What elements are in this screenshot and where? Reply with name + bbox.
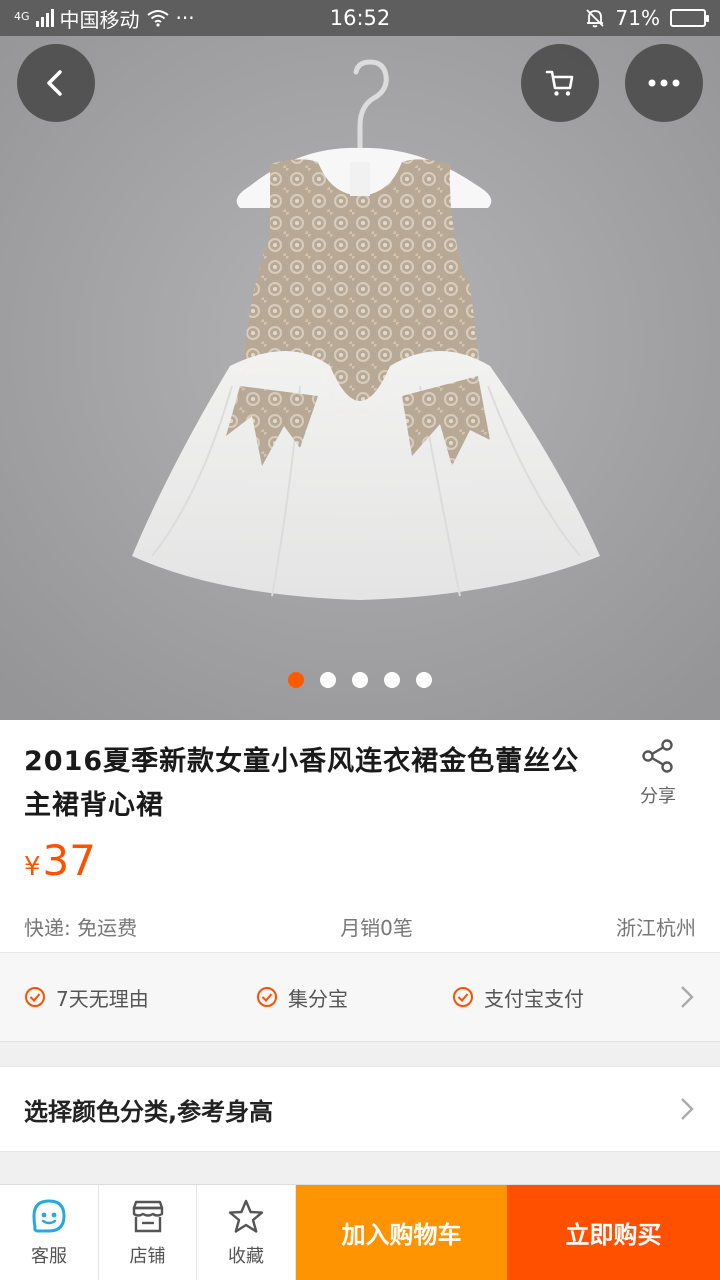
store-icon: [132, 1200, 163, 1232]
spec-selector[interactable]: 选择颜色分类,参考身高: [0, 1066, 720, 1152]
carrier-name: 中国移动: [59, 7, 140, 32]
product-info: 2016夏季新款女童小香风连衣裙金色蕾丝公主裙背心裙 分享 ¥ 37 快递: 免…: [0, 720, 720, 952]
guarantee-label: 7天无理由: [56, 986, 149, 1011]
customer-service-button[interactable]: 客服: [0, 1185, 99, 1280]
spec-label: 选择颜色分类,参考身高: [24, 1097, 274, 1126]
service-guarantees[interactable]: 7天无理由 集分宝 支付宝支付: [0, 952, 720, 1042]
ship-location: 浙江杭州: [616, 916, 696, 940]
store-button[interactable]: 店铺: [99, 1185, 197, 1280]
product-detail-page: 4G 中国移动 ··· 16:52 71% 2016夏季新款女童小香风连衣裙金色…: [0, 0, 720, 1280]
bottom-action-bar: 客服 店铺 收藏 加入购物车 立即购买: [0, 1184, 720, 1280]
product-meta: 快递: 免运费 月销0笔 浙江杭州: [24, 912, 696, 941]
gallery-pagination: [0, 672, 720, 688]
product-photo: [0, 36, 720, 720]
bell-muted-icon: [585, 9, 604, 28]
signal-icon: [35, 9, 54, 27]
guarantee-item: 支付宝支付: [452, 983, 672, 1012]
wifi-icon: [146, 10, 169, 27]
network-type: 4G: [14, 9, 30, 23]
product-title: 2016夏季新款女童小香风连衣裙金色蕾丝公主裙背心裙: [24, 746, 580, 821]
chevron-right-icon: [681, 1098, 694, 1120]
favorite-button[interactable]: 收藏: [197, 1185, 296, 1280]
pagination-dot[interactable]: [288, 672, 304, 688]
battery-percent: 71%: [615, 6, 660, 30]
cart-button[interactable]: [521, 44, 599, 122]
guarantee-label: 集分宝: [288, 986, 348, 1011]
customer-service-label: 客服: [31, 1245, 67, 1267]
pagination-dot[interactable]: [352, 672, 368, 688]
more-icon: [648, 79, 680, 87]
share-label: 分享: [640, 786, 676, 807]
share-button[interactable]: 分享: [620, 738, 696, 808]
guarantee-item: 7天无理由: [24, 983, 256, 1012]
shipping-info: 快递: 免运费: [24, 916, 138, 940]
buy-now-button[interactable]: 立即购买: [507, 1185, 720, 1280]
status-more: ···: [175, 6, 195, 30]
monthly-sales: 月销0笔: [340, 916, 413, 940]
cart-icon: [545, 70, 574, 96]
chevron-right-icon: [681, 986, 694, 1008]
back-button[interactable]: [17, 44, 95, 122]
check-circle-icon: [453, 987, 473, 1007]
check-circle-icon: [257, 987, 277, 1007]
product-price: ¥ 37: [24, 836, 96, 885]
favorite-label: 收藏: [228, 1245, 264, 1267]
check-circle-icon: [25, 987, 45, 1007]
chevron-left-icon: [47, 70, 62, 96]
pagination-dot[interactable]: [384, 672, 400, 688]
status-bar: 4G 中国移动 ··· 16:52 71%: [0, 0, 720, 36]
battery-icon: [670, 9, 709, 27]
pagination-dot[interactable]: [320, 672, 336, 688]
customer-service-icon: [32, 1198, 66, 1232]
more-button[interactable]: [625, 44, 703, 122]
store-label: 店铺: [129, 1245, 166, 1267]
guarantee-item: 集分宝: [256, 983, 452, 1012]
share-icon: [642, 739, 673, 773]
currency-symbol: ¥: [24, 852, 41, 882]
guarantee-label: 支付宝支付: [484, 986, 584, 1011]
add-to-cart-button[interactable]: 加入购物车: [296, 1185, 507, 1280]
star-icon: [228, 1199, 264, 1233]
price-value: 37: [42, 836, 96, 885]
pagination-dot[interactable]: [416, 672, 432, 688]
product-gallery[interactable]: [0, 36, 720, 720]
